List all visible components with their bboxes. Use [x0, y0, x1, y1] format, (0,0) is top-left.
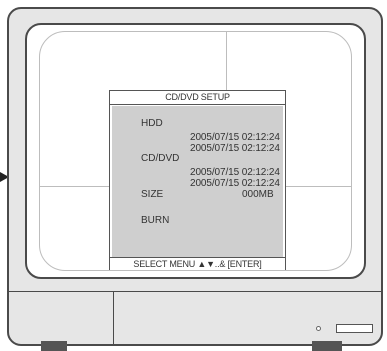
cd-dvd-label[interactable]: CD/DVD — [141, 153, 179, 164]
cd-dvd-start-time[interactable]: 2005/07/15 02:12:24 — [190, 167, 280, 178]
power-indicator-icon — [316, 326, 321, 331]
panel-title: CD/DVD SETUP — [110, 91, 285, 105]
left-foot — [41, 341, 67, 351]
monitor-casing: CD/DVD SETUP HDD 2005/07/15 02:12:24 200… — [7, 7, 383, 346]
burn-option[interactable]: BURN — [141, 215, 169, 226]
size-value: 000MB — [242, 189, 274, 200]
screen-bezel: CD/DVD SETUP HDD 2005/07/15 02:12:24 200… — [25, 23, 366, 279]
hdd-label[interactable]: HDD — [141, 118, 163, 129]
cd-dvd-end-time[interactable]: 2005/07/15 02:12:24 — [190, 178, 280, 189]
hdd-start-time[interactable]: 2005/07/15 02:12:24 — [190, 132, 280, 143]
right-foot — [312, 341, 342, 351]
base-vertical-divider — [113, 291, 114, 344]
panel-body: HDD 2005/07/15 02:12:24 2005/07/15 02:12… — [112, 106, 283, 258]
size-label: SIZE — [141, 189, 164, 200]
cd-dvd-setup-panel: CD/DVD SETUP HDD 2005/07/15 02:12:24 200… — [109, 90, 286, 270]
display-screen: CD/DVD SETUP HDD 2005/07/15 02:12:24 200… — [39, 31, 352, 271]
hdd-end-time[interactable]: 2005/07/15 02:12:24 — [190, 143, 280, 154]
panel-footer-hint: SELECT MENU ▲▼..& [ENTER] — [110, 257, 285, 270]
base-divider-line — [9, 291, 381, 292]
disc-slot-icon[interactable] — [336, 324, 373, 333]
